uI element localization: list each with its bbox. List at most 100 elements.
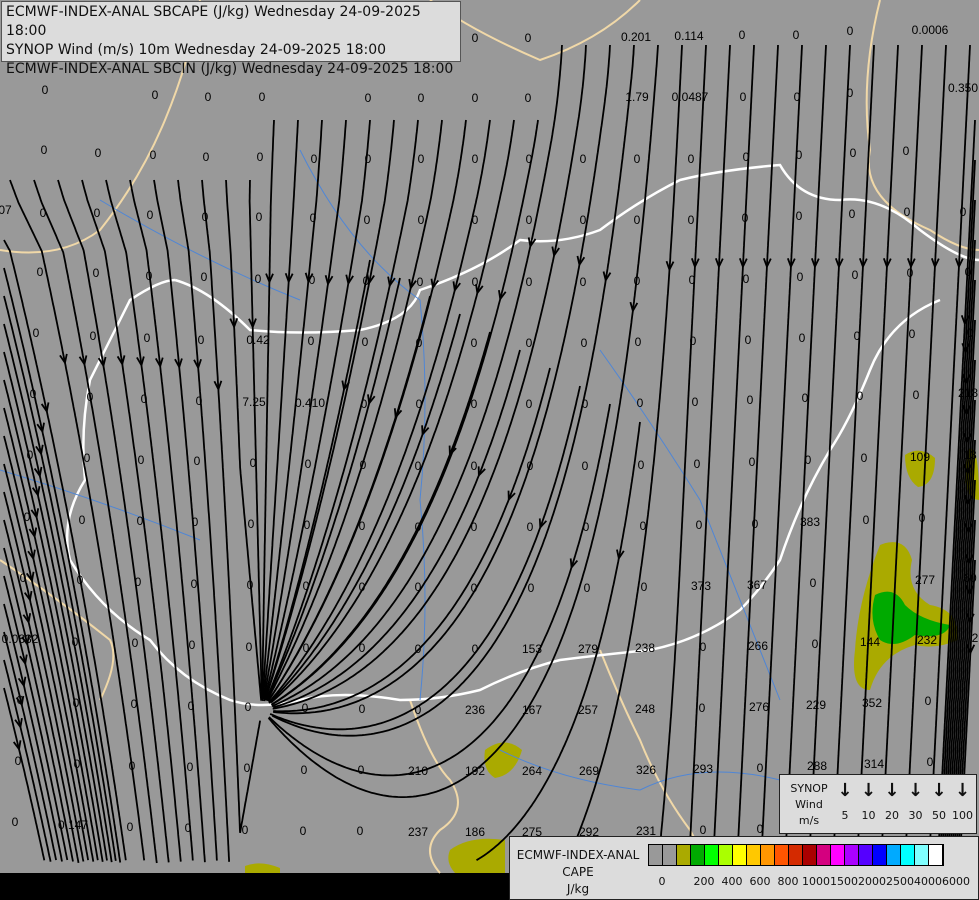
cape-value-label: 0 [74, 757, 81, 771]
colorbar-swatch [789, 845, 803, 865]
title-line-wind: SYNOP Wind (m/s) 10m Wednesday 24-09-202… [6, 42, 387, 58]
streamline [566, 44, 683, 862]
cape-value-label: 0 [634, 152, 641, 166]
cape-value-label: 269 [579, 764, 599, 778]
map-title-box: ECMWF-INDEX-ANAL SBCAPE (J/kg) Wednesday… [1, 1, 461, 77]
cape-value-label: 1.79 [625, 90, 649, 104]
streamline [248, 179, 263, 699]
cape-value-label: 0 [248, 517, 255, 531]
cape-value-label: 0 [300, 824, 307, 838]
cape-value-label: 0 [472, 31, 479, 45]
cape-value-label: 0 [310, 211, 317, 225]
cape-value-label: 0 [694, 457, 701, 471]
cape-value-label: 0 [17, 693, 24, 707]
cape-value-label: 0 [794, 90, 801, 104]
wind-legend-item: ↓ 30 [905, 781, 927, 823]
cape-value-label: 0 [144, 331, 151, 345]
cape-value-label: 0 [700, 640, 707, 654]
cape-value-label: 0 [739, 28, 746, 42]
streamline [476, 421, 641, 861]
cape-value-label: 0 [793, 28, 800, 42]
cape-value-label: 0 [198, 333, 205, 347]
cape-value-label: 0 [152, 88, 159, 102]
cape-value-label: 0 [689, 273, 696, 287]
cape-value-label: 0 [33, 326, 40, 340]
cape-value-label: 367 [747, 578, 767, 592]
cape-value-label: 0 [967, 326, 974, 340]
cape-value-label: 0 [188, 699, 195, 713]
colorbar-swatch [873, 845, 887, 865]
cape-value-label: 0 [745, 333, 752, 347]
colorbar-swatch [817, 845, 831, 865]
colorbar-tick-label: 600 [749, 875, 771, 888]
cape-value-label: 0 [135, 575, 142, 589]
cape-value-label: 0 [87, 390, 94, 404]
cape-value-label: 0 [72, 635, 79, 649]
cape-value-label: 0 [304, 518, 311, 532]
cape-value-label: 326 [636, 763, 656, 777]
cape-value-label: 0 [584, 581, 591, 595]
cape-value-label: 0 [15, 754, 22, 768]
cape-value-label: 279 [578, 642, 598, 656]
cape-value-label: 0 [360, 458, 367, 472]
cape-value-label: 0 [471, 459, 478, 473]
cape-value-label: 0 [41, 143, 48, 157]
cape-value-label: 0 [847, 24, 854, 38]
cape-value-label: 0 [361, 397, 368, 411]
cape-value-label: 0 [925, 694, 932, 708]
cape-value-label: 0 [638, 458, 645, 472]
wind-legend-label-line: Wind [795, 798, 823, 811]
cape-value-label: 0 [743, 150, 750, 164]
wind-legend-label: SYNOP Wind m/s [784, 781, 834, 829]
cape-value-label: 0 [202, 210, 209, 224]
cape-value-label: 0 [362, 335, 369, 349]
cape-value-label: 238 [635, 641, 655, 655]
cape-value-label: 0 [357, 824, 364, 838]
cape-value-label: 0 [909, 327, 916, 341]
colorbar-tick-label: 0 [658, 875, 666, 888]
cape-value-label: 2 [972, 631, 979, 645]
cape-value-label: 210 [408, 764, 428, 778]
streamline [832, 44, 875, 864]
cape-value-label: 0 [802, 391, 809, 405]
streamlines [3, 44, 976, 864]
cape-value-label: 0 [203, 150, 210, 164]
cape-value-label: 0 [913, 388, 920, 402]
cape-value-label: 0 [796, 209, 803, 223]
cape-value-label: 0 [131, 697, 138, 711]
cape-value-label: 167 [522, 703, 542, 717]
cape-legend-label-line: ECMWF-INDEX-ANAL [516, 848, 640, 862]
cape-value-label: 0 [640, 519, 647, 533]
cape-value-label: 0 [138, 453, 145, 467]
cape-value-label: 0 [194, 454, 201, 468]
cape-value-label: 0 [127, 820, 134, 834]
cape-value-label: 109 [910, 450, 930, 464]
cape-value-label: 186 [465, 825, 485, 839]
cape-value-label: 218 [958, 386, 978, 400]
weather-map[interactable]: 0 0 0 0 0 0 0 0 0 0 0.201 0.114 0 0 0 0.0006 1.79 0.0487 0… [0, 0, 979, 900]
cape-value-label: 0 [147, 208, 154, 222]
streamline [268, 403, 611, 777]
cape-value-label: 0 [634, 274, 641, 288]
cape-value-label: 0 [582, 459, 589, 473]
cape-value-label: 0 [77, 573, 84, 587]
cape-value-label: 0 [256, 210, 263, 224]
cape-value-label: 0 [302, 701, 309, 715]
wind-arrow-icon: ↓ [860, 780, 877, 801]
colorbar-swatch [929, 845, 943, 865]
cape-value-label: 0 [857, 389, 864, 403]
colorbar-swatch [901, 845, 915, 865]
cape-value-label: 264 [522, 764, 542, 778]
wind-arrow-icon: ↓ [954, 780, 971, 801]
colorbar-swatch [803, 845, 817, 865]
colorbar-swatch [705, 845, 719, 865]
wind-legend-label-line: SYNOP [790, 782, 828, 795]
colorbar-tick-label: 6000 [942, 875, 970, 888]
cape-value-label: 0 [84, 451, 91, 465]
cape-value-label: 0 [415, 459, 422, 473]
cape-value-label: 0 [416, 336, 423, 350]
cape-value-label: 236 [465, 703, 485, 717]
cape-value-label: 0 [907, 266, 914, 280]
cape-value-label: 0 [740, 90, 747, 104]
cape-value-label: 0 [42, 83, 49, 97]
